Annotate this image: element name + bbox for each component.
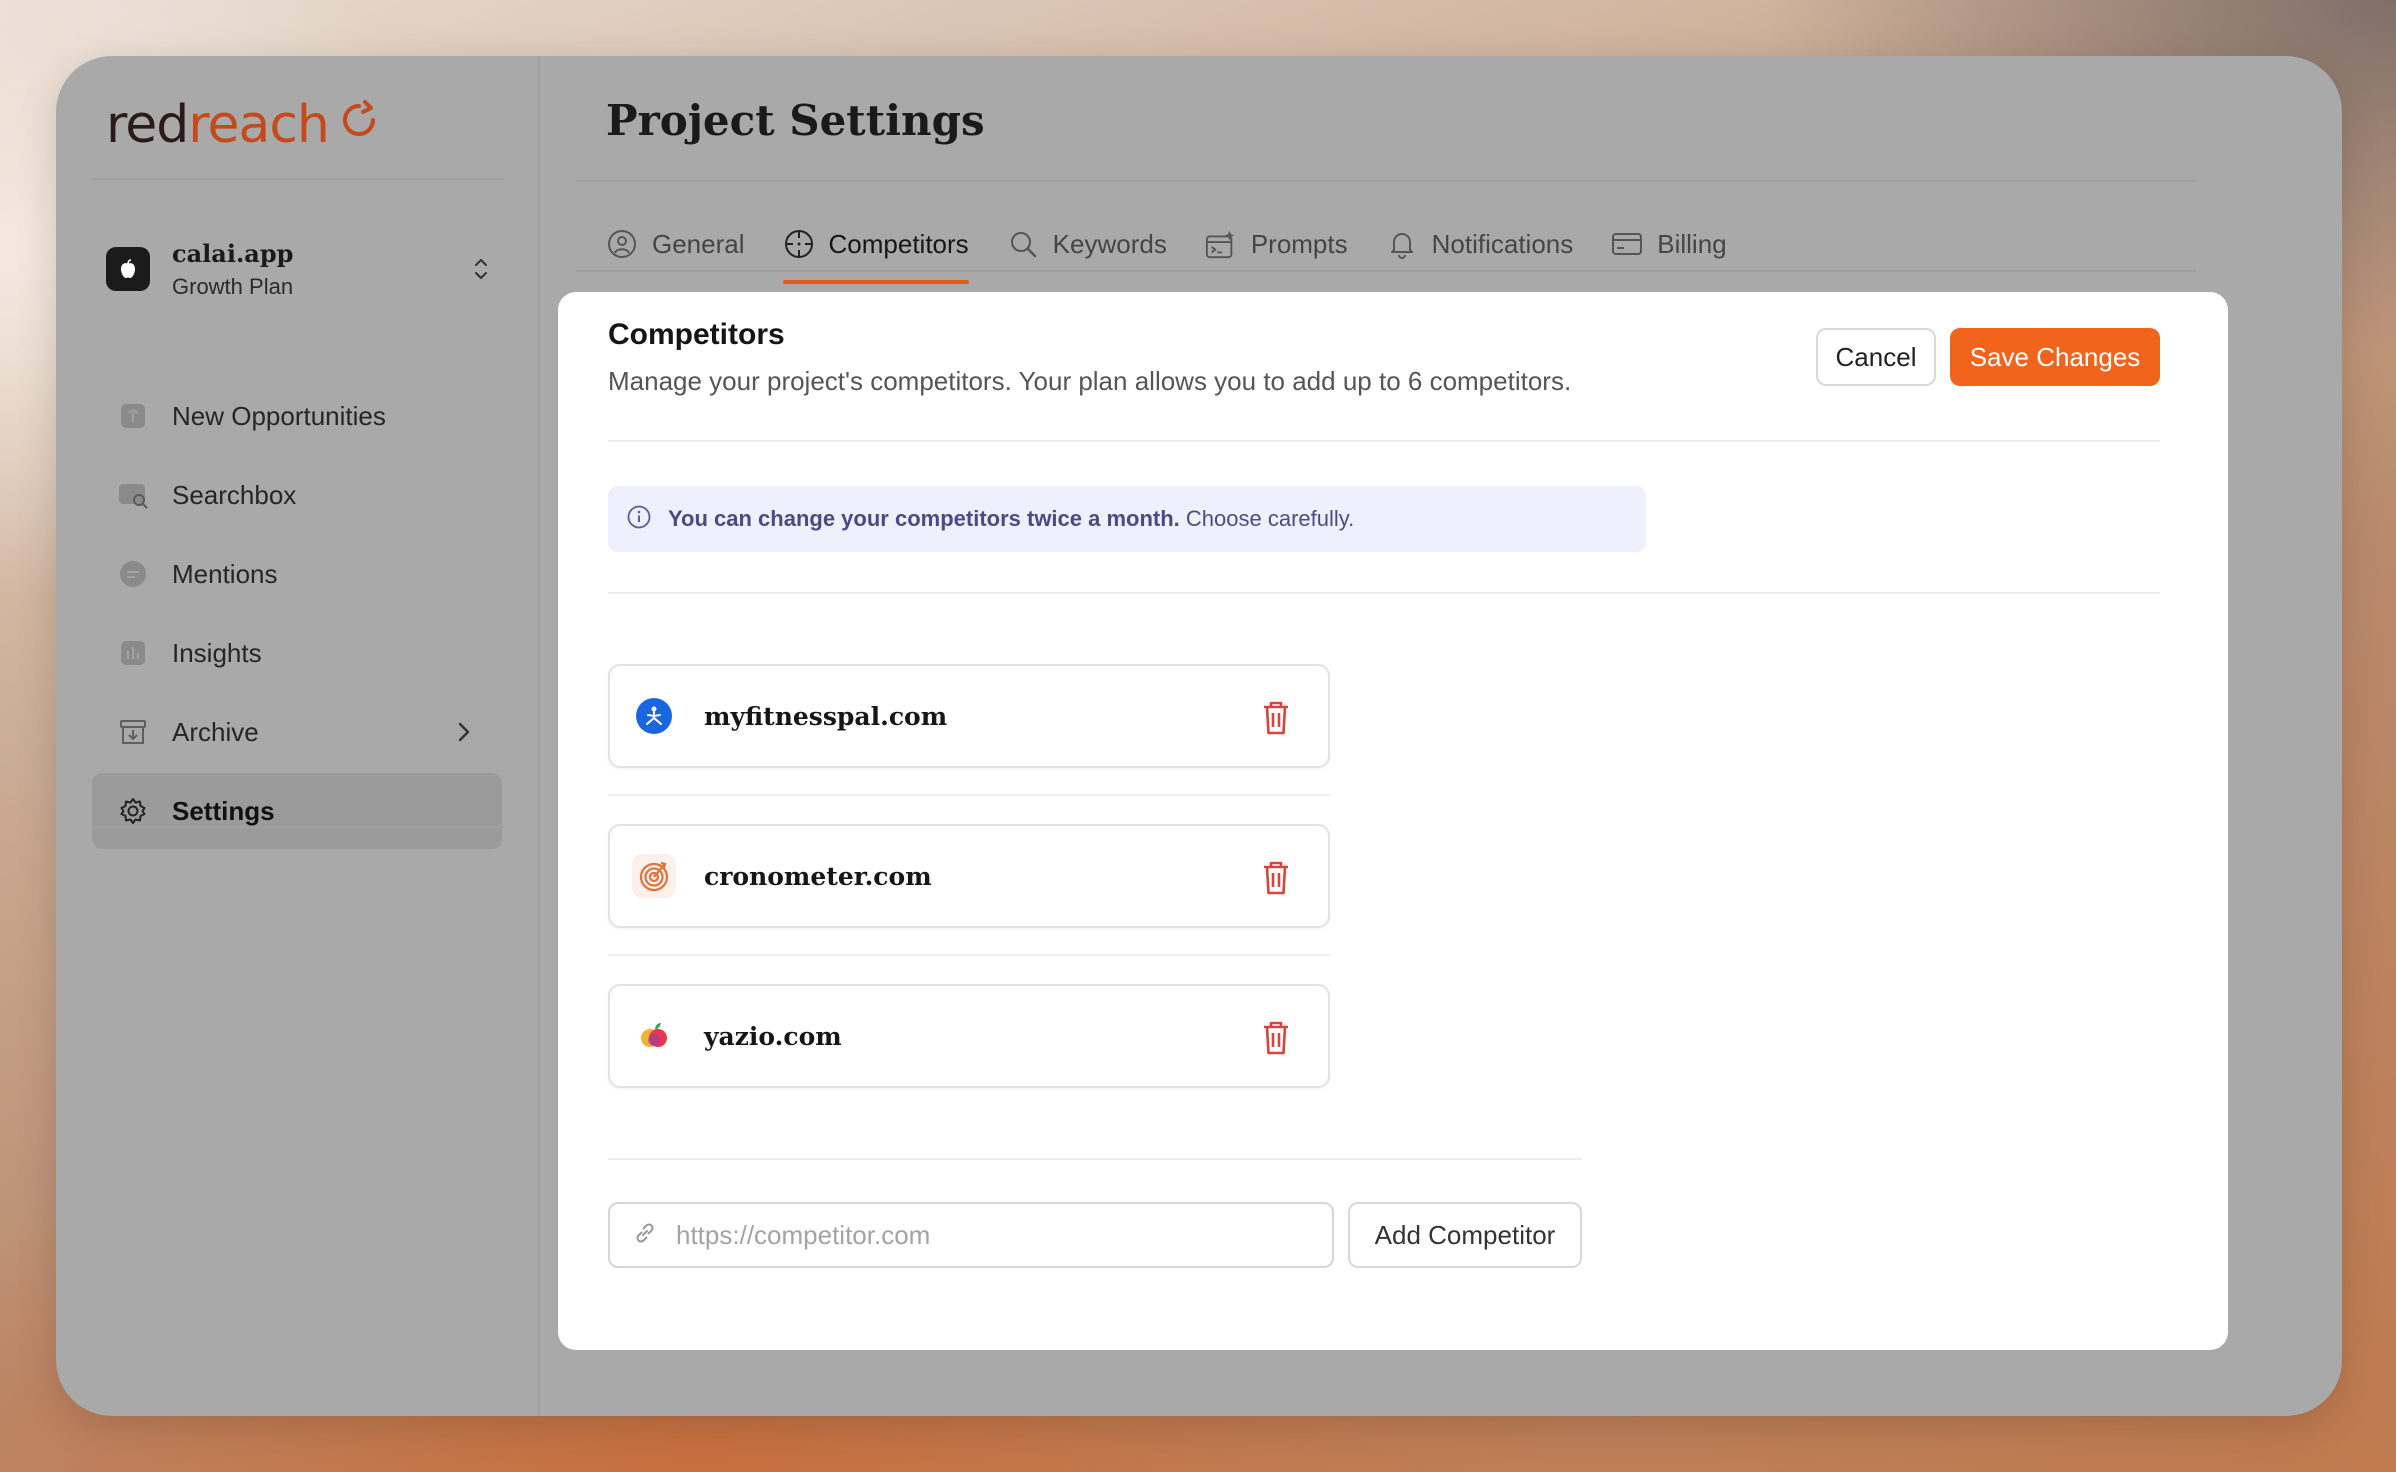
user-circle-icon bbox=[606, 228, 638, 260]
sidebar-nav: New Opportunities Searchbox Mentions Ins… bbox=[92, 378, 502, 852]
competitor-url-field[interactable] bbox=[608, 1202, 1334, 1268]
tabs-divider bbox=[576, 270, 2196, 272]
sidebar-item-label: Searchbox bbox=[172, 479, 297, 510]
project-plan: Growth Plan bbox=[172, 273, 294, 299]
sidebar-item-label: Archive bbox=[172, 716, 259, 747]
chevron-right-icon[interactable] bbox=[454, 718, 474, 751]
cronometer-logo-icon bbox=[632, 854, 676, 898]
competitors-card: Competitors Manage your project's compet… bbox=[558, 292, 2228, 1350]
sidebar-item-label: New Opportunities bbox=[172, 400, 386, 431]
mentions-icon bbox=[116, 557, 150, 591]
logo-text-red: red bbox=[106, 95, 189, 155]
sidebar-item-label: Settings bbox=[172, 795, 275, 826]
search-icon bbox=[1007, 228, 1039, 260]
tab-label: Billing bbox=[1657, 228, 1727, 259]
tab-label: Notifications bbox=[1431, 228, 1574, 259]
gear-icon bbox=[116, 794, 150, 828]
app-logo[interactable]: red reach bbox=[106, 90, 381, 160]
link-icon bbox=[632, 1220, 658, 1251]
competitor-domain: myfitnesspal.com bbox=[704, 701, 948, 731]
header-divider bbox=[576, 180, 2196, 182]
crosshair-icon bbox=[783, 228, 815, 260]
settings-tabs: General Competitors Keywords Prompts Not… bbox=[606, 204, 1727, 284]
sidebar-item-archive[interactable]: Archive bbox=[92, 694, 502, 770]
tab-prompts[interactable]: Prompts bbox=[1205, 204, 1348, 284]
bell-icon bbox=[1386, 228, 1418, 260]
trash-icon[interactable] bbox=[1258, 698, 1294, 738]
competitor-domain: yazio.com bbox=[704, 1021, 842, 1051]
page-title: Project Settings bbox=[606, 96, 985, 145]
tab-general[interactable]: General bbox=[606, 204, 745, 284]
section-divider bbox=[608, 592, 2160, 594]
credit-card-icon bbox=[1611, 228, 1643, 260]
sidebar-divider bbox=[92, 826, 504, 828]
section-description: Manage your project's competitors. Your … bbox=[608, 366, 1572, 396]
sidebar-item-mentions[interactable]: Mentions bbox=[92, 536, 502, 612]
info-text-rest: Choose carefully. bbox=[1179, 506, 1355, 531]
sidebar-divider bbox=[92, 178, 504, 180]
save-changes-button[interactable]: Save Changes bbox=[1950, 328, 2160, 386]
tab-label: General bbox=[652, 228, 745, 259]
sidebar-item-settings[interactable]: Settings bbox=[92, 773, 502, 849]
competitor-row: myfitnesspal.com bbox=[608, 664, 1330, 768]
project-name: calai.app bbox=[172, 238, 294, 268]
project-switcher[interactable]: calai.app Growth Plan bbox=[106, 224, 496, 314]
tab-notifications[interactable]: Notifications bbox=[1386, 204, 1574, 284]
add-competitor-button[interactable]: Add Competitor bbox=[1348, 1202, 1582, 1268]
app-window: red reach calai.app Growth Plan New Oppo… bbox=[56, 56, 2342, 1416]
searchbox-icon bbox=[116, 478, 150, 512]
sidebar-item-searchbox[interactable]: Searchbox bbox=[92, 457, 502, 533]
trash-icon[interactable] bbox=[1258, 1018, 1294, 1058]
project-logo bbox=[106, 247, 150, 291]
info-icon bbox=[626, 504, 652, 535]
row-divider bbox=[608, 954, 1330, 956]
sidebar-item-label: Mentions bbox=[172, 558, 278, 589]
yazio-logo-icon bbox=[632, 1014, 676, 1058]
tab-keywords[interactable]: Keywords bbox=[1007, 204, 1167, 284]
opportunities-icon bbox=[116, 399, 150, 433]
chevron-up-down-icon[interactable] bbox=[466, 249, 496, 289]
tab-label: Competitors bbox=[828, 228, 969, 259]
insights-icon bbox=[116, 636, 150, 670]
main-content: Project Settings General Competitors Key… bbox=[540, 56, 2342, 1416]
trash-icon[interactable] bbox=[1258, 858, 1294, 898]
tab-competitors[interactable]: Competitors bbox=[782, 204, 969, 284]
competitor-row: cronometer.com bbox=[608, 824, 1330, 928]
info-text-bold: You can change your competitors twice a … bbox=[668, 506, 1180, 531]
info-banner: You can change your competitors twice a … bbox=[608, 486, 1646, 552]
sidebar-item-new-opportunities[interactable]: New Opportunities bbox=[92, 378, 502, 454]
prompt-icon bbox=[1205, 228, 1237, 260]
competitor-domain: cronometer.com bbox=[704, 861, 932, 891]
sidebar-item-label: Insights bbox=[172, 637, 262, 668]
tab-billing[interactable]: Billing bbox=[1611, 204, 1727, 284]
cancel-button[interactable]: Cancel bbox=[1816, 328, 1936, 386]
tab-label: Prompts bbox=[1250, 228, 1348, 259]
myfitnesspal-logo-icon bbox=[632, 694, 676, 738]
competitor-url-input[interactable] bbox=[676, 1219, 1296, 1251]
refresh-logo-icon bbox=[337, 95, 381, 155]
competitor-row: yazio.com bbox=[608, 984, 1330, 1088]
logo-text-reach: reach bbox=[188, 95, 330, 155]
info-text: You can change your competitors twice a … bbox=[668, 506, 1354, 532]
tab-label: Keywords bbox=[1052, 228, 1167, 259]
section-divider bbox=[608, 1158, 1582, 1160]
row-divider bbox=[608, 794, 1330, 796]
sidebar: red reach calai.app Growth Plan New Oppo… bbox=[56, 56, 540, 1416]
archive-icon bbox=[116, 715, 150, 749]
section-divider bbox=[608, 440, 2160, 442]
sidebar-item-insights[interactable]: Insights bbox=[92, 615, 502, 691]
section-title: Competitors bbox=[608, 318, 785, 351]
